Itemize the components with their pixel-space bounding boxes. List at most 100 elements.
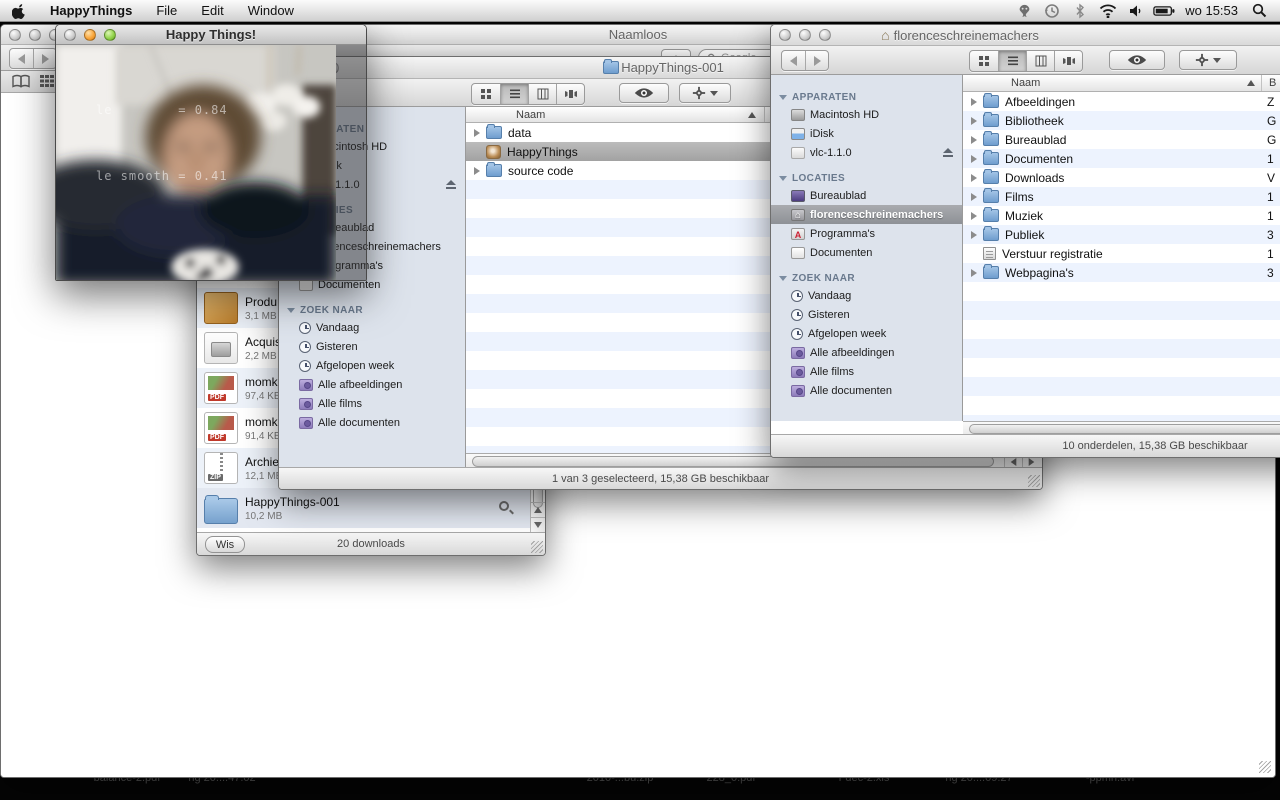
table-row[interactable]: Films 1 — [963, 187, 1280, 206]
menu-item[interactable]: File — [144, 0, 189, 22]
forward-button[interactable] — [805, 51, 828, 70]
list-view-button[interactable] — [500, 84, 528, 104]
column-header-date[interactable]: B — [1269, 77, 1276, 89]
quicklook-button[interactable] — [619, 83, 669, 103]
back-button[interactable] — [782, 51, 805, 70]
table-row[interactable]: Documenten 1 — [963, 149, 1280, 168]
table-row[interactable]: Verstuur registratie 1 — [963, 244, 1280, 263]
finder-resize-grip[interactable] — [1028, 475, 1040, 487]
florence-hscroll-thumb[interactable] — [969, 424, 1280, 434]
zoom-button[interactable] — [819, 29, 831, 41]
sidebar-item[interactable]: Bureaublad — [771, 186, 962, 205]
table-row[interactable]: Bibliotheek G — [963, 111, 1280, 130]
florence-list-header[interactable]: Naam B — [963, 75, 1280, 92]
sidebar-item[interactable]: Alle afbeeldingen — [279, 375, 465, 394]
sidebar-item[interactable]: Alle documenten — [771, 381, 962, 400]
icon-view-button[interactable] — [970, 51, 998, 71]
scroll-up-arrow[interactable] — [531, 502, 545, 517]
wifi-icon[interactable] — [1097, 0, 1119, 22]
table-row[interactable]: Publiek 3 — [963, 225, 1280, 244]
disclosure-triangle[interactable] — [971, 193, 977, 201]
quicklook-button[interactable] — [1109, 50, 1165, 70]
table-row[interactable]: Downloads V — [963, 168, 1280, 187]
action-menu-button[interactable] — [1179, 50, 1237, 70]
sidebar-item[interactable]: APPARATEN — [771, 90, 962, 105]
zoom-button[interactable] — [104, 29, 116, 41]
disclosure-triangle[interactable] — [971, 231, 977, 239]
safari-resize-grip[interactable] — [1259, 761, 1271, 773]
icon-view-button[interactable] — [472, 84, 500, 104]
scroll-down-arrow[interactable] — [531, 517, 545, 532]
disclosure-triangle[interactable] — [971, 155, 977, 163]
time-machine-icon[interactable] — [1041, 0, 1063, 22]
menu-item[interactable]: Edit — [189, 0, 235, 22]
sidebar-item[interactable]: Macintosh HD — [771, 105, 962, 124]
sidebar-item[interactable]: vlc-1.1.0 — [771, 143, 962, 162]
sidebar-item[interactable]: ZOEK NAAR — [771, 271, 962, 286]
sidebar-item[interactable]: LOCATIES — [771, 171, 962, 186]
disclosure-triangle[interactable] — [474, 167, 480, 175]
minimize-button[interactable] — [29, 29, 41, 41]
disclosure-triangle[interactable] — [971, 269, 977, 277]
list-view-button[interactable] — [998, 51, 1026, 71]
table-row[interactable]: Afbeeldingen Z — [963, 92, 1280, 111]
coverflow-view-button[interactable] — [556, 84, 584, 104]
column-header-name[interactable]: Naam — [466, 109, 545, 121]
eject-icon[interactable] — [943, 148, 953, 153]
sidebar-item[interactable]: ZOEK NAAR — [279, 303, 465, 318]
reveal-magnifier-icon[interactable] — [499, 501, 509, 511]
proxy-folder-icon[interactable] — [603, 61, 619, 74]
minimize-button[interactable] — [799, 29, 811, 41]
volume-icon[interactable] — [1125, 0, 1147, 22]
table-row[interactable]: Bureaublad G — [963, 130, 1280, 149]
action-menu-button[interactable] — [679, 83, 731, 103]
close-button[interactable] — [779, 29, 791, 41]
spotlight-icon[interactable] — [1248, 0, 1270, 22]
florence-titlebar[interactable]: ⌂ florenceschreinemachers — [771, 25, 1280, 46]
close-button[interactable] — [9, 29, 21, 41]
disclosure-triangle[interactable] — [971, 212, 977, 220]
download-item[interactable]: HappyThings-001 10,2 MB — [197, 488, 545, 528]
sidebar-item[interactable]: Alle documenten — [279, 413, 465, 432]
disclosure-triangle[interactable] — [971, 174, 977, 182]
bookmarks-book-icon[interactable] — [11, 74, 31, 89]
top-sites-grid-icon[interactable] — [39, 74, 55, 89]
sidebar-item[interactable]: Gisteren — [771, 305, 962, 324]
clear-button[interactable]: Wis — [205, 536, 245, 553]
disclosure-triangle[interactable] — [971, 117, 977, 125]
column-view-button[interactable] — [528, 84, 556, 104]
sidebar-item[interactable]: Alle films — [771, 362, 962, 381]
disclosure-triangle[interactable] — [971, 98, 977, 106]
downloads-resize-grip[interactable] — [531, 541, 543, 553]
sidebar-item[interactable]: Vandaag — [771, 286, 962, 305]
eject-icon[interactable] — [446, 180, 456, 185]
sidebar-item[interactable]: Afgelopen week — [771, 324, 962, 343]
disclosure-triangle[interactable] — [971, 136, 977, 144]
vuze-icon[interactable] — [1013, 0, 1035, 22]
back-button[interactable] — [10, 49, 33, 68]
menu-bar-clock[interactable]: wo 15:53 — [1181, 3, 1242, 18]
column-view-button[interactable] — [1026, 51, 1054, 71]
sidebar-item[interactable]: Documenten — [771, 243, 962, 262]
sidebar-item[interactable]: Alle films — [279, 394, 465, 413]
sidebar-item[interactable]: Afgelopen week — [279, 356, 465, 375]
minimize-button[interactable] — [84, 29, 96, 41]
menu-item[interactable]: Window — [236, 0, 306, 22]
bluetooth-icon[interactable] — [1069, 0, 1091, 22]
forward-button[interactable] — [33, 49, 56, 68]
sidebar-item[interactable]: Programma's — [771, 224, 962, 243]
sidebar-item[interactable]: florenceschreinemachers — [771, 205, 962, 224]
close-button[interactable] — [64, 29, 76, 41]
disclosure-triangle[interactable] — [474, 129, 480, 137]
battery-icon[interactable] — [1153, 0, 1175, 22]
column-header-name[interactable]: Naam — [963, 77, 1040, 89]
video-titlebar[interactable]: Happy Things! — [56, 25, 366, 45]
table-row[interactable]: Webpagina's 3 — [963, 263, 1280, 282]
sidebar-item[interactable]: Alle afbeeldingen — [771, 343, 962, 362]
sidebar-item[interactable]: Gisteren — [279, 337, 465, 356]
sidebar-item[interactable]: Vandaag — [279, 318, 465, 337]
table-row[interactable]: Muziek 1 — [963, 206, 1280, 225]
app-menu[interactable]: HappyThings — [38, 0, 144, 22]
coverflow-view-button[interactable] — [1054, 51, 1082, 71]
sidebar-item[interactable]: iDisk — [771, 124, 962, 143]
